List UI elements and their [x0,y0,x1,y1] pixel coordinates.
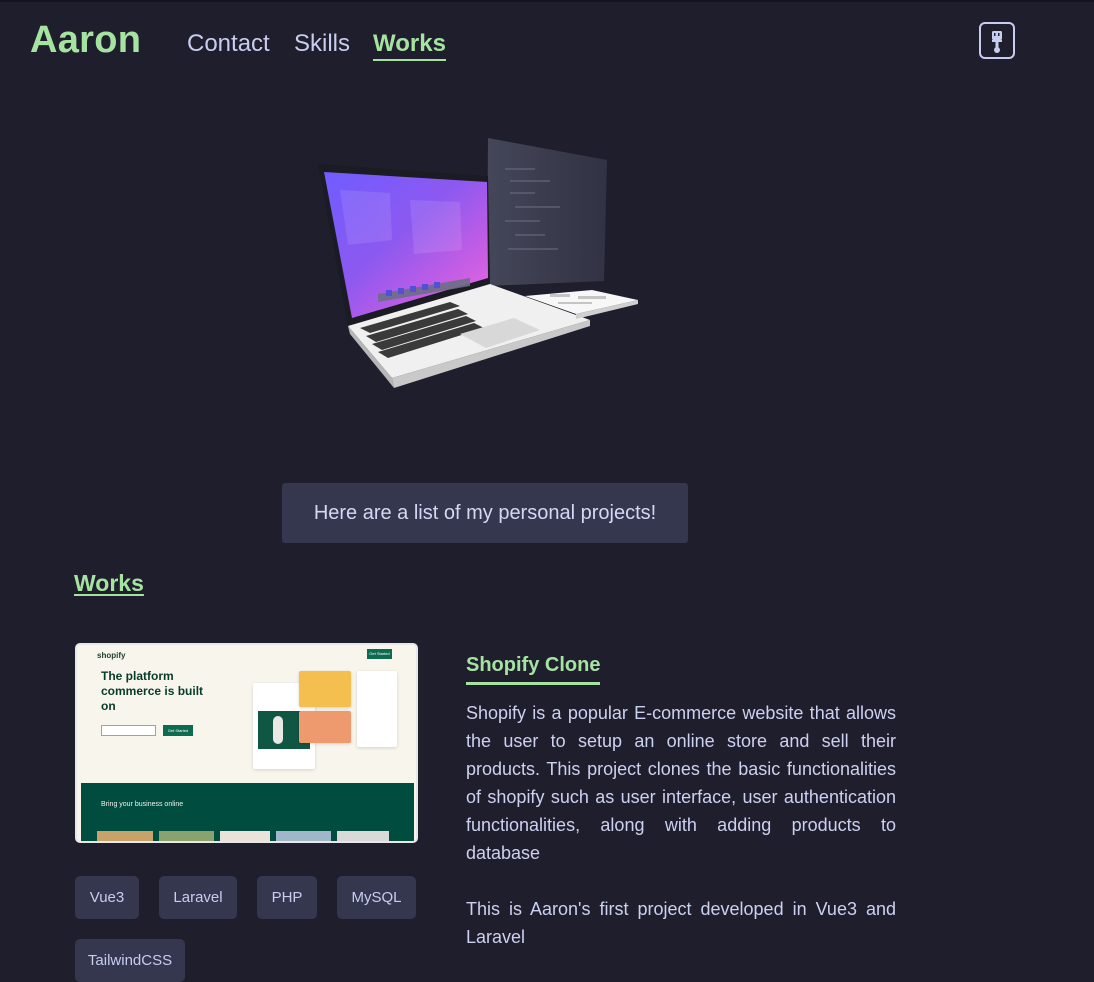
brand-logo[interactable]: Aaron [30,19,141,62]
shopify-logo: shopify [97,651,126,660]
preview-email-input [101,725,156,736]
tag-tailwindcss[interactable]: TailwindCSS [75,939,185,982]
tag-php[interactable]: PHP [257,876,317,919]
preview-headline: The platform commerce is built on [101,669,204,713]
nav-link-skills[interactable]: Skills [294,30,350,58]
works-section-heading: Works [74,570,144,596]
preview-cta-button: Get Started [163,725,193,736]
preview-top-cta: Get Started [367,649,392,659]
project-note: This is Aaron's first project developed … [466,899,896,947]
top-navigation: Aaron Contact Skills Works [0,0,1094,86]
project-preview-image[interactable]: shopify Get Started The platform commerc… [75,643,418,843]
nav-link-works[interactable]: Works [373,30,446,61]
tag-laravel[interactable]: Laravel [159,876,237,919]
preview-yellow-card [299,671,351,707]
paintbrush-icon [992,31,1002,53]
intro-banner: Here are a list of my personal projects! [282,483,688,543]
theme-toggle-button[interactable] [979,22,1015,59]
tag-mysql[interactable]: MySQL [337,876,416,919]
project-description: Shopify is a popular E-commerce website … [466,703,896,863]
preview-orange-card [299,711,351,743]
preview-band-title: Bring your business online [101,801,184,808]
tag-vue3[interactable]: Vue3 [75,876,139,919]
nav-link-contact[interactable]: Contact [187,30,270,58]
project-title[interactable]: Shopify Clone [466,654,601,685]
preview-green-band: Bring your business online [81,783,414,841]
preview-checkout-card [357,671,397,747]
hero-laptop-illustration [300,130,650,400]
